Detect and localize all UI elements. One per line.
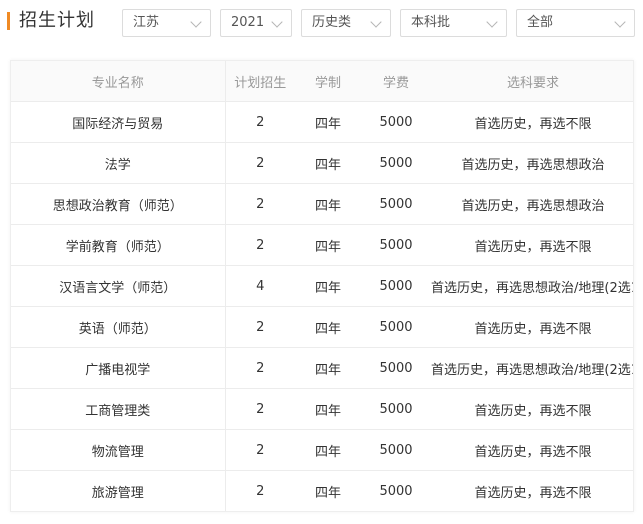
cell-tuition: 5000 <box>361 347 431 389</box>
cell-plan-count: 4 <box>224 265 295 307</box>
cell-duration: 四年 <box>295 224 361 266</box>
table-row: 学前教育（师范） 2 四年 5000 首选历史，再选不限 <box>11 224 633 266</box>
cell-plan-count: 2 <box>224 388 295 430</box>
cell-plan-count: 2 <box>224 470 295 511</box>
table-row: 法学 2 四年 5000 首选历史，再选思想政治 <box>11 142 633 184</box>
cell-requirement: 首选历史，再选不限 <box>431 101 633 143</box>
cell-major: 英语（师范） <box>11 306 225 348</box>
table-row: 思想政治教育（师范） 2 四年 5000 首选历史，再选思想政治 <box>11 183 633 225</box>
column-header-requirement: 选科要求 <box>431 61 633 102</box>
table-row: 旅游管理 2 四年 5000 首选历史，再选不限 <box>11 470 633 511</box>
cell-tuition: 5000 <box>361 183 431 225</box>
cell-duration: 四年 <box>295 429 361 471</box>
cell-major: 国际经济与贸易 <box>11 101 225 143</box>
enrollment-plan-table: 专业名称 计划招生 学制 学费 选科要求 国际经济与贸易 2 四年 5000 首选历史，… <box>10 60 634 512</box>
column-header-duration: 学制 <box>295 61 361 102</box>
cell-plan-count: 2 <box>224 306 295 348</box>
cell-plan-count: 2 <box>224 224 295 266</box>
cell-major: 工商管理类 <box>11 388 225 430</box>
cell-major: 汉语言文学（师范） <box>11 265 225 307</box>
table-row: 广播电视学 2 四年 5000 首选历史，再选思想政治/地理(2选1) <box>11 347 633 389</box>
batch-select[interactable]: 本科批 <box>400 9 507 37</box>
type-select-value: 全部 <box>527 15 554 30</box>
cell-duration: 四年 <box>295 265 361 307</box>
table-row: 工商管理类 2 四年 5000 首选历史，再选不限 <box>11 388 633 430</box>
page-header: 招生计划 江苏 2021 历史类 本科批 全部 <box>0 0 643 46</box>
cell-duration: 四年 <box>295 183 361 225</box>
cell-major: 广播电视学 <box>11 347 225 389</box>
province-select-value: 江苏 <box>133 15 160 30</box>
chevron-down-icon <box>614 16 626 28</box>
cell-requirement: 首选历史，再选思想政治 <box>431 183 633 225</box>
cell-requirement: 首选历史，再选不限 <box>431 429 633 471</box>
chevron-down-icon <box>486 16 498 28</box>
cell-major: 旅游管理 <box>91 485 144 501</box>
table-row: 物流管理 2 四年 5000 首选历史，再选不限 <box>11 429 633 471</box>
cell-duration: 四年 <box>295 388 361 430</box>
cell-duration: 四年 <box>314 485 341 501</box>
cell-requirement: 首选历史，再选不限 <box>474 485 592 501</box>
cell-tuition: 5000 <box>361 224 431 266</box>
cell-requirement: 首选历史，再选思想政治/地理(2选1) <box>431 347 633 389</box>
cell-requirement: 首选历史，再选不限 <box>431 306 633 348</box>
cell-tuition: 5000 <box>361 265 431 307</box>
chevron-down-icon <box>370 16 382 28</box>
cell-requirement: 首选历史，再选不限 <box>431 388 633 430</box>
cell-major: 物流管理 <box>11 429 225 471</box>
cell-tuition: 5000 <box>361 429 431 471</box>
subject-select[interactable]: 历史类 <box>301 9 391 37</box>
cell-major: 法学 <box>11 142 225 184</box>
cell-plan-count: 2 <box>224 429 295 471</box>
cell-requirement: 首选历史，再选不限 <box>431 224 633 266</box>
cell-requirement: 首选历史，再选思想政治/地理(2选1) <box>431 265 633 307</box>
cell-duration: 四年 <box>295 142 361 184</box>
table-header-row: 专业名称 计划招生 学制 学费 选科要求 <box>11 61 633 102</box>
title-accent-bar <box>7 12 10 30</box>
cell-tuition: 5000 <box>361 101 431 143</box>
table-body: 国际经济与贸易 2 四年 5000 首选历史，再选不限 法学 2 四年 5000 首选历史，再选思… <box>11 101 633 511</box>
page-title: 招生计划 <box>19 10 95 31</box>
cell-requirement: 首选历史，再选思想政治 <box>431 142 633 184</box>
column-header-plan: 计划招生 <box>224 61 295 102</box>
table-row: 汉语言文学（师范） 4 四年 5000 首选历史，再选思想政治/地理(2选1) <box>11 265 633 307</box>
cell-plan-count: 2 <box>224 347 295 389</box>
cell-tuition: 5000 <box>361 142 431 184</box>
year-select-value: 2021 <box>231 15 265 30</box>
cell-plan-count: 2 <box>224 101 295 143</box>
table-row: 英语（师范） 2 四年 5000 首选历史，再选不限 <box>11 306 633 348</box>
subject-select-value: 历史类 <box>312 15 352 30</box>
year-select[interactable]: 2021 <box>220 9 292 37</box>
cell-plan-count: 2 <box>224 183 295 225</box>
cell-tuition: 5000 <box>361 306 431 348</box>
column-header-major: 专业名称 <box>11 61 225 102</box>
chevron-down-icon <box>271 16 283 28</box>
cell-duration: 四年 <box>295 347 361 389</box>
cell-plan-count: 2 <box>224 142 295 184</box>
cell-tuition: 5000 <box>379 483 413 499</box>
chevron-down-icon <box>190 16 202 28</box>
column-header-tuition: 学费 <box>361 61 431 102</box>
cell-duration: 四年 <box>295 101 361 143</box>
province-select[interactable]: 江苏 <box>122 9 211 37</box>
type-select[interactable]: 全部 <box>516 9 635 37</box>
batch-select-value: 本科批 <box>411 15 451 30</box>
cell-major: 学前教育（师范） <box>11 224 225 266</box>
table-row: 国际经济与贸易 2 四年 5000 首选历史，再选不限 <box>11 101 633 143</box>
cell-tuition: 5000 <box>361 388 431 430</box>
cell-major: 思想政治教育（师范） <box>11 183 225 225</box>
cell-duration: 四年 <box>295 306 361 348</box>
